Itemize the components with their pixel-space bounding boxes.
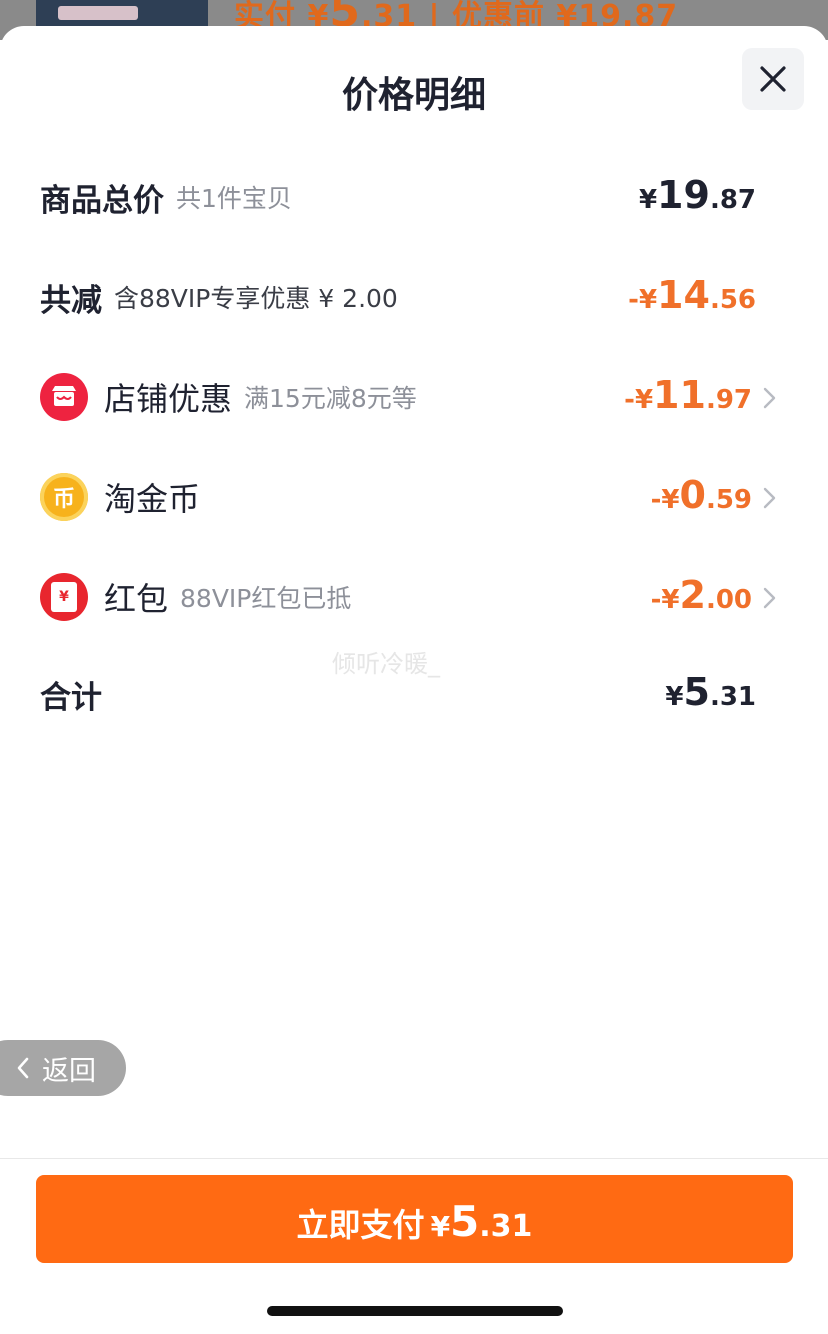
currency-symbol: -¥ <box>650 585 680 615</box>
amount-decimal: .31 <box>709 682 756 712</box>
pay-currency-symbol: ¥ <box>430 1210 451 1243</box>
red-packet-row[interactable]: ¥ 红包 88VIP红包已抵 -¥ 2.00 <box>0 567 828 627</box>
coin-icon: 币 <box>40 473 88 521</box>
shop-discount-row[interactable]: 店铺优惠 满15元减8元等 -¥ 11.97 <box>0 367 828 427</box>
amount-decimal: .56 <box>709 285 756 315</box>
red-packet-glyph: ¥ <box>59 589 69 605</box>
close-icon <box>760 66 786 92</box>
total-label: 合计 <box>40 679 102 716</box>
home-indicator[interactable] <box>267 1306 563 1316</box>
back-button[interactable]: 返回 <box>0 1040 126 1096</box>
pay-amount-integer: 5 <box>450 1197 480 1246</box>
taojinbi-amount: -¥ 0.59 <box>651 467 752 527</box>
currency-symbol: ¥ <box>665 682 684 712</box>
red-packet-amount: -¥ 2.00 <box>651 567 752 627</box>
total-reduction-label: 共减 <box>40 282 102 319</box>
amount-decimal: .59 <box>705 485 752 515</box>
subtotal-label: 商品总价 <box>40 182 164 219</box>
store-icon <box>40 373 88 421</box>
price-detail-sheet: 价格明细 商品总价 共1件宝贝 ¥19.87 共减 含88VIP专享优惠 ¥ 2… <box>0 26 828 1334</box>
currency-symbol: -¥ <box>650 485 680 515</box>
chevron-right-icon <box>763 587 776 609</box>
back-button-label: 返回 <box>42 1055 96 1087</box>
chevron-right-icon <box>763 487 776 509</box>
subtotal-row: 商品总价 共1件宝贝 ¥19.87 <box>0 167 828 227</box>
taojinbi-label: 淘金币 <box>104 480 201 518</box>
amount-decimal: .97 <box>705 385 752 415</box>
amount-integer: 19 <box>657 173 710 217</box>
subtotal-amount: ¥19.87 <box>639 167 756 227</box>
shop-discount-note: 满15元减8元等 <box>244 384 417 413</box>
footer-divider <box>0 1158 828 1159</box>
amount-decimal: .00 <box>705 585 752 615</box>
pay-amount-decimal: .31 <box>479 1209 533 1244</box>
chevron-right-icon <box>763 387 776 409</box>
total-amount: ¥5.31 <box>665 664 756 724</box>
sheet-title: 价格明细 <box>341 75 486 116</box>
pay-button-label: 立即支付 <box>296 1206 425 1244</box>
pay-now-button[interactable]: 立即支付 ¥5.31 <box>36 1175 793 1263</box>
chevron-left-icon <box>17 1057 29 1079</box>
total-row: 合计 ¥5.31 <box>0 664 828 724</box>
total-reduction-amount: -¥ 14.56 <box>628 267 756 327</box>
amount-integer: 2 <box>679 573 706 617</box>
shop-discount-amount: -¥ 11.97 <box>624 367 752 427</box>
total-reduction-row: 共减 含88VIP专享优惠 ¥ 2.00 -¥ 14.56 <box>0 267 828 327</box>
subtotal-count: 共1件宝贝 <box>176 184 292 213</box>
close-button[interactable] <box>742 48 804 110</box>
currency-symbol: ¥ <box>638 185 658 215</box>
coin-glyph: 币 <box>52 487 75 512</box>
amount-decimal: .87 <box>709 185 756 215</box>
shop-discount-label: 店铺优惠 <box>104 380 233 418</box>
currency-symbol: -¥ <box>624 385 654 415</box>
red-packet-label: 红包 <box>104 580 169 618</box>
taojinbi-row[interactable]: 币 淘金币 -¥ 0.59 <box>0 467 828 527</box>
amount-integer: 0 <box>679 473 706 517</box>
total-reduction-note: 含88VIP专享优惠 ¥ 2.00 <box>114 284 398 313</box>
amount-integer: 14 <box>657 273 710 317</box>
red-packet-note: 88VIP红包已抵 <box>180 584 352 613</box>
amount-integer: 5 <box>683 670 710 714</box>
currency-symbol: -¥ <box>628 285 658 315</box>
red-packet-icon: ¥ <box>40 573 88 621</box>
amount-integer: 11 <box>653 373 706 417</box>
